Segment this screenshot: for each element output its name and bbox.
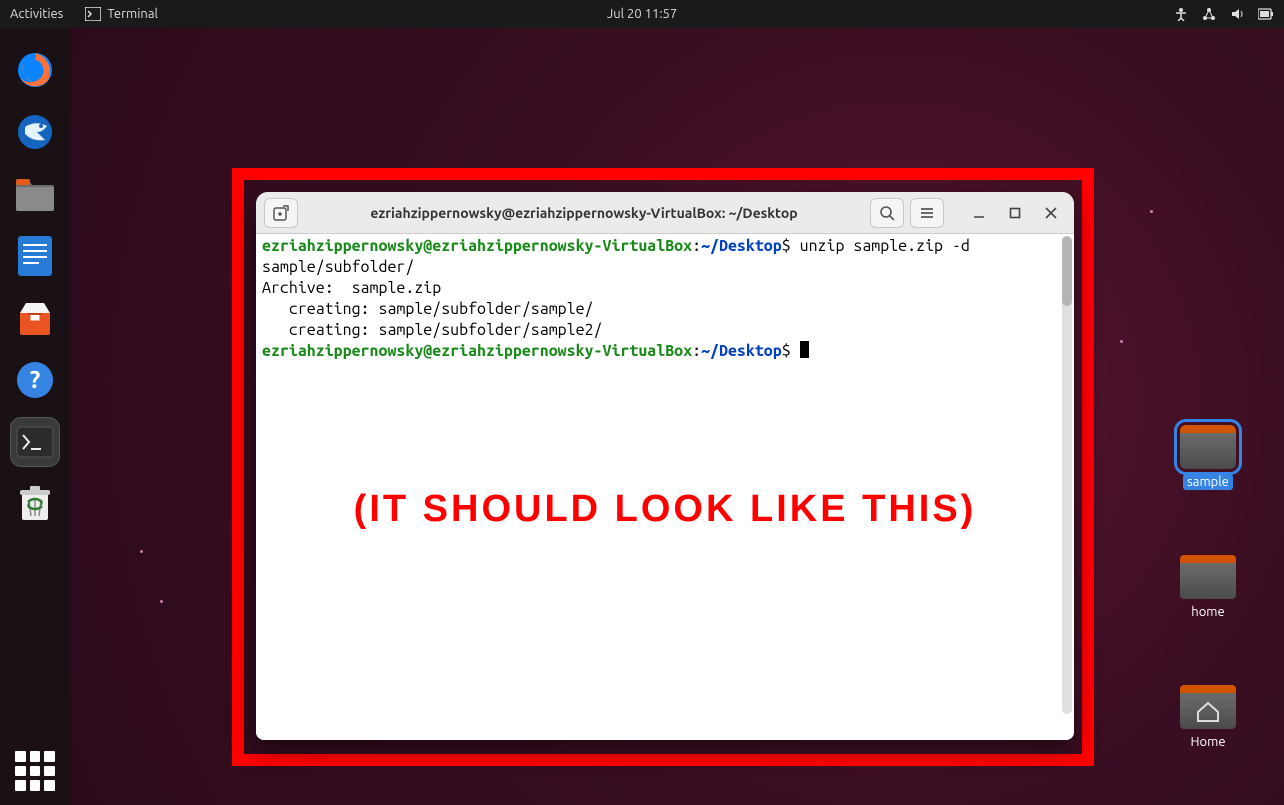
prompt-sep: : [692, 237, 701, 255]
prompt-end: $ [782, 342, 800, 360]
wallpaper-star [1120, 340, 1123, 343]
dock-thunderbird[interactable] [11, 108, 59, 156]
desktop-icon-label: sample [1183, 474, 1233, 490]
dock-firefox[interactable] [11, 46, 59, 94]
show-applications-button[interactable] [15, 751, 55, 791]
menu-button[interactable] [910, 198, 944, 228]
close-button[interactable] [1036, 198, 1066, 228]
terminal-icon [85, 7, 101, 21]
folder-icon [1180, 555, 1236, 599]
cursor [800, 341, 809, 358]
terminal-body[interactable]: ezriahzippernowsky@ezriahzippernowsky-Vi… [256, 234, 1074, 740]
dock-files[interactable] [11, 170, 59, 218]
new-tab-icon [273, 205, 289, 221]
dock: ? [0, 28, 70, 805]
output-line: creating: sample/subfolder/sample/ [262, 300, 594, 318]
activities-button[interactable]: Activities [10, 7, 63, 21]
network-icon[interactable] [1202, 7, 1216, 21]
wallpaper-star [1150, 210, 1153, 213]
output-line: sample/subfolder/ [262, 258, 414, 276]
minimize-icon [973, 207, 985, 219]
scrollbar-thumb[interactable] [1062, 236, 1072, 306]
desktop-icon-label: Home [1190, 735, 1225, 749]
home-folder-icon [1180, 685, 1236, 729]
prompt-sep: : [692, 342, 701, 360]
wallpaper-star [160, 600, 163, 603]
output-line: creating: sample/subfolder/sample2/ [262, 321, 602, 339]
active-app-indicator[interactable]: Terminal [85, 7, 158, 21]
new-tab-button[interactable] [264, 198, 298, 228]
folder-icon [1180, 425, 1236, 469]
desktop-home-link[interactable]: Home [1172, 685, 1244, 749]
minimize-button[interactable] [964, 198, 994, 228]
terminal-window: ezriahzippernowsky@ezriahzippernowsky-Vi… [256, 192, 1074, 740]
wallpaper-star [140, 550, 143, 553]
search-icon [879, 205, 895, 221]
dock-software[interactable] [11, 294, 59, 342]
prompt-user: ezriahzippernowsky@ezriahzippernowsky-Vi… [262, 237, 692, 255]
clock[interactable]: Jul 20 11:57 [607, 7, 677, 21]
output-line: Archive: sample.zip [262, 279, 441, 297]
search-button[interactable] [870, 198, 904, 228]
desktop-folder-home[interactable]: home [1172, 555, 1244, 619]
volume-icon[interactable] [1230, 7, 1244, 21]
dock-help[interactable]: ? [11, 356, 59, 404]
window-title: ezriahzippernowsky@ezriahzippernowsky-Vi… [370, 205, 797, 221]
svg-text:?: ? [30, 366, 41, 393]
annotation-caption: (IT SHOULD LOOK LIKE THIS) [354, 499, 977, 520]
dock-terminal[interactable] [11, 418, 59, 466]
top-bar: Activities Terminal Jul 20 11:57 [0, 0, 1284, 28]
dock-writer[interactable] [11, 232, 59, 280]
maximize-button[interactable] [1000, 198, 1030, 228]
battery-icon[interactable] [1258, 8, 1274, 20]
scrollbar[interactable] [1062, 236, 1072, 714]
maximize-icon [1009, 207, 1021, 219]
desktop-icon-label: home [1191, 605, 1224, 619]
dock-trash[interactable] [11, 480, 59, 528]
hamburger-icon [919, 206, 935, 220]
window-titlebar[interactable]: ezriahzippernowsky@ezriahzippernowsky-Vi… [256, 192, 1074, 234]
command-text: unzip sample.zip -d [800, 237, 970, 255]
prompt-path: ~/Desktop [701, 342, 782, 360]
prompt-path: ~/Desktop [701, 237, 782, 255]
accessibility-icon[interactable] [1174, 7, 1188, 21]
prompt-user: ezriahzippernowsky@ezriahzippernowsky-Vi… [262, 342, 692, 360]
active-app-label: Terminal [107, 7, 158, 21]
close-icon [1045, 207, 1057, 219]
desktop-folder-sample[interactable]: sample [1172, 425, 1244, 489]
prompt-end: $ [782, 237, 800, 255]
